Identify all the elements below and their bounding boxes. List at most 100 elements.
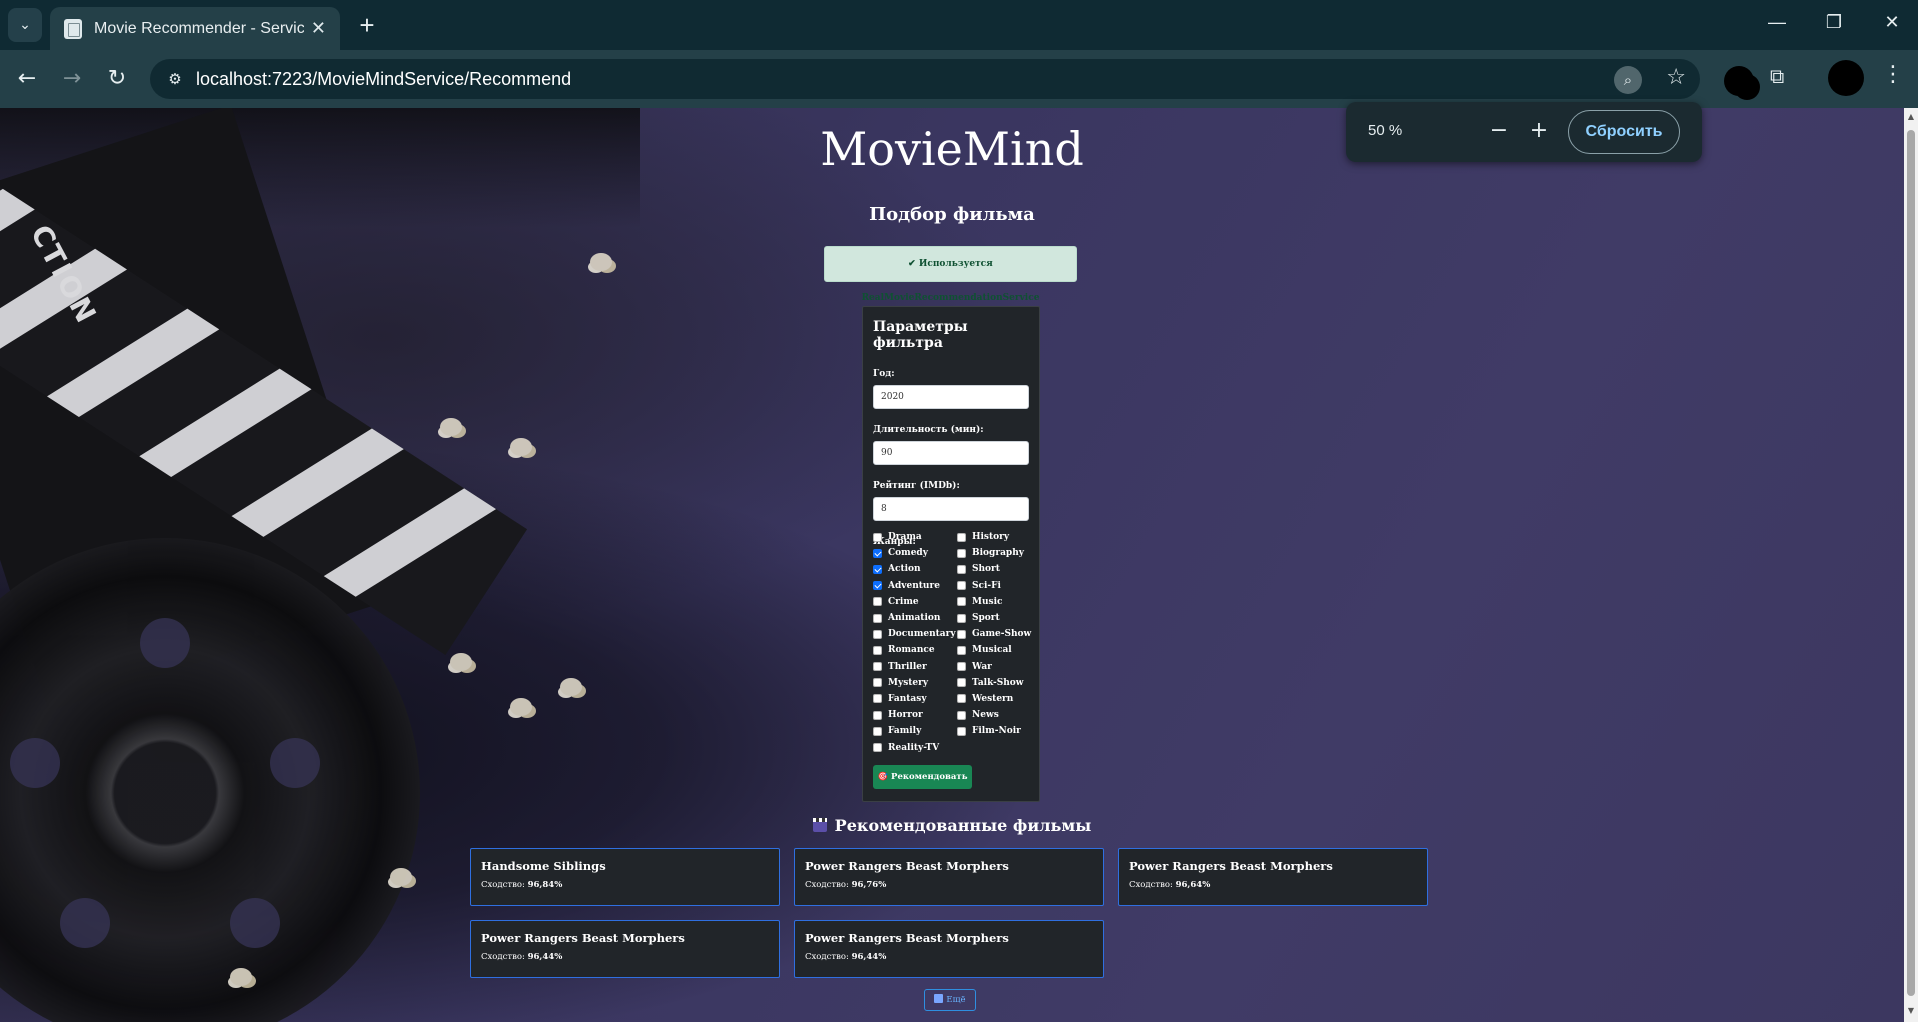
minimize-button[interactable]: — (1762, 12, 1792, 33)
genre-option[interactable]: Romance (873, 642, 953, 658)
genre-checkbox[interactable] (873, 726, 882, 736)
genre-option[interactable]: Thriller (873, 659, 953, 675)
url-text[interactable]: localhost:7223/MovieMindService/Recommen… (196, 69, 571, 90)
tab-close-icon[interactable]: ✕ (311, 18, 326, 39)
year-input[interactable] (873, 385, 1029, 409)
genre-label: Fantasy (888, 693, 927, 704)
genre-checkbox[interactable] (873, 645, 882, 655)
movie-card[interactable]: Power Rangers Beast Morphers Сходство: 96… (794, 920, 1104, 978)
zoom-reset-button[interactable]: Сбросить (1568, 110, 1680, 154)
genre-label: Reality-TV (888, 742, 940, 753)
browser-menu-icon[interactable]: ⋮ (1882, 62, 1904, 87)
genre-option[interactable]: Biography (957, 545, 1037, 561)
forward-button[interactable]: → (57, 64, 87, 94)
genre-checkbox[interactable] (957, 678, 966, 688)
similarity-label: Сходство: (805, 880, 849, 890)
genre-option[interactable]: Musical (957, 642, 1037, 658)
genre-checkbox[interactable] (957, 613, 966, 623)
genre-option[interactable]: Fantasy (873, 691, 953, 707)
genre-checkbox[interactable] (957, 726, 966, 736)
genre-option[interactable]: Comedy (873, 545, 953, 561)
genre-option[interactable]: News (957, 707, 1037, 723)
genre-option[interactable]: Animation (873, 610, 953, 626)
genre-checkbox[interactable] (957, 710, 966, 720)
genre-option[interactable]: Talk-Show (957, 675, 1037, 691)
genre-checkbox[interactable] (873, 743, 882, 753)
genre-checkbox[interactable] (957, 662, 966, 672)
genre-option[interactable]: Western (957, 691, 1037, 707)
similarity-value: 96,44% (851, 952, 887, 962)
back-button[interactable]: ← (12, 64, 42, 94)
genre-checkbox[interactable] (873, 532, 882, 542)
genre-option[interactable]: Music (957, 594, 1037, 610)
genre-option[interactable]: Film-Noir (957, 723, 1037, 739)
movie-card[interactable]: Power Rangers Beast Morphers Сходство: 96… (794, 848, 1104, 906)
genre-checkbox[interactable] (873, 613, 882, 623)
movie-title: Power Rangers Beast Morphers (805, 859, 1009, 873)
recommend-button[interactable]: 🎯 Рекомендовать (873, 765, 972, 789)
rating-input[interactable] (873, 497, 1029, 521)
reload-button[interactable]: ↻ (102, 64, 132, 94)
genre-checkbox[interactable] (873, 678, 882, 688)
close-window-button[interactable]: ✕ (1877, 12, 1907, 33)
scroll-down-icon[interactable]: ▼ (1906, 1006, 1916, 1016)
genre-option[interactable]: Crime (873, 594, 953, 610)
page-scrollbar[interactable]: ▲ ▼ (1904, 108, 1918, 1022)
extensions-puzzle-icon[interactable]: ⧉ (1770, 64, 1784, 88)
profile-avatar[interactable] (1828, 60, 1864, 96)
genre-checkbox[interactable] (873, 548, 882, 558)
genre-option[interactable]: Sport (957, 610, 1037, 626)
address-bar[interactable]: ⚙ localhost:7223/MovieMindService/Recomm… (150, 59, 1700, 99)
scroll-thumb[interactable] (1907, 130, 1915, 996)
genre-option[interactable]: Horror (873, 707, 953, 723)
genre-option[interactable]: Game-Show (957, 626, 1037, 642)
duration-input[interactable] (873, 441, 1029, 465)
genre-checkbox[interactable] (873, 694, 882, 704)
genre-option[interactable]: History (957, 529, 1037, 545)
similarity-label: Сходство: (1129, 880, 1173, 890)
genre-checkbox[interactable] (873, 710, 882, 720)
genre-checkbox[interactable] (873, 564, 882, 574)
genre-checkbox[interactable] (957, 548, 966, 558)
genre-label: Mystery (888, 677, 929, 688)
genre-checkbox[interactable] (873, 629, 882, 639)
genre-checkbox[interactable] (957, 629, 966, 639)
site-info-icon[interactable]: ⚙ (164, 68, 186, 90)
genre-option[interactable]: Family (873, 723, 953, 739)
movie-card[interactable]: Power Rangers Beast Morphers Сходство: 96… (470, 920, 780, 978)
similarity-value: 96,44% (527, 952, 563, 962)
scroll-up-icon[interactable]: ▲ (1906, 112, 1916, 122)
new-tab-button[interactable]: + (352, 10, 382, 40)
genre-option[interactable]: Sci-Fi (957, 578, 1037, 594)
genre-checkbox[interactable] (957, 532, 966, 542)
genre-option[interactable]: Short (957, 561, 1037, 577)
movie-card[interactable]: Handsome Siblings Сходство: 96,84% (470, 848, 780, 906)
genre-checkbox[interactable] (957, 645, 966, 655)
genre-option[interactable]: Reality-TV (873, 739, 953, 755)
genre-checkbox[interactable] (873, 662, 882, 672)
year-label: Год: (873, 369, 895, 379)
genre-checkbox[interactable] (957, 581, 966, 591)
genre-checkbox[interactable] (873, 597, 882, 607)
genre-checkbox[interactable] (873, 581, 882, 591)
genre-option[interactable]: Documentary (873, 626, 956, 642)
genre-checkbox[interactable] (957, 597, 966, 607)
restore-button[interactable]: ❐ (1819, 12, 1849, 33)
zoom-in-button[interactable]: + (1524, 116, 1554, 146)
more-button[interactable]: Ещё (924, 989, 976, 1011)
zoom-indicator-icon[interactable]: ⌕ (1614, 66, 1642, 94)
similarity-row: Сходство: 96,44% (805, 952, 1093, 962)
genre-checkbox[interactable] (957, 564, 966, 574)
genre-checkbox[interactable] (957, 694, 966, 704)
zoom-out-button[interactable]: − (1484, 116, 1514, 146)
movie-card[interactable]: Power Rangers Beast Morphers Сходство: 96… (1118, 848, 1428, 906)
browser-tab[interactable]: Movie Recommender - ServiceS ✕ (50, 7, 340, 50)
tab-search-button[interactable]: ⌄ (8, 8, 42, 42)
genre-option[interactable]: Drama (873, 529, 953, 545)
genre-option[interactable]: Action (873, 561, 953, 577)
genre-option[interactable]: Mystery (873, 675, 953, 691)
genre-option[interactable]: War (957, 659, 1037, 675)
genre-label: Crime (888, 596, 919, 607)
genre-option[interactable]: Adventure (873, 578, 953, 594)
bookmark-star-icon[interactable]: ☆ (1666, 65, 1686, 90)
